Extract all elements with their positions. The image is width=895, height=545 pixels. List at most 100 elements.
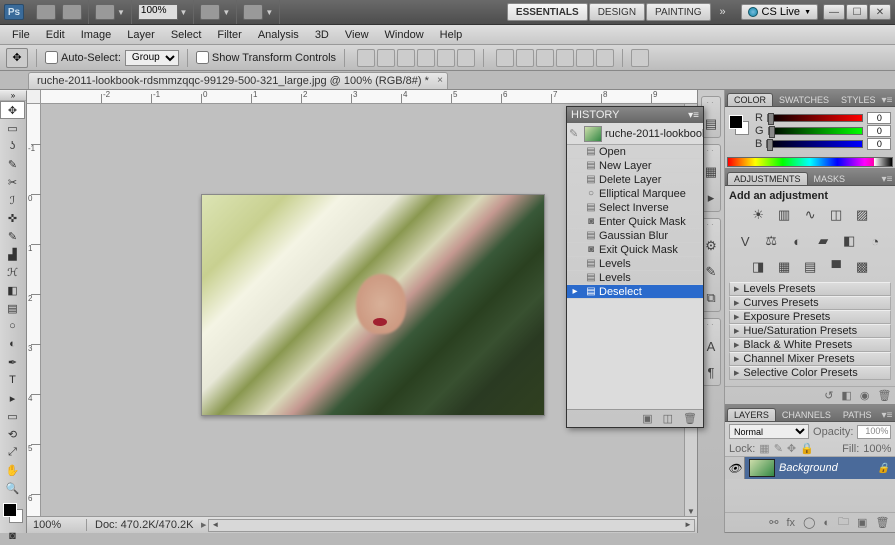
lock-position-icon[interactable]: ✥: [787, 442, 796, 455]
gradient-tool[interactable]: ▤: [0, 299, 25, 317]
tab-channels[interactable]: CHANNELS: [776, 409, 837, 421]
auto-select-dropdown[interactable]: Group: [125, 50, 179, 66]
status-menu-icon[interactable]: ▶: [201, 521, 206, 529]
preset-row[interactable]: ▶Exposure Presets: [729, 310, 891, 324]
history-snapshot[interactable]: ✎ ruche-2011-lookbook-rds...: [567, 123, 703, 145]
align-hcenter-icon[interactable]: [437, 49, 455, 67]
tab-adjustments[interactable]: ADJUSTMENTS: [727, 172, 808, 185]
chevron-down-icon[interactable]: ▼: [265, 8, 273, 17]
menu-filter[interactable]: Filter: [209, 27, 249, 43]
channel-mixer-icon[interactable]: ◧: [839, 232, 859, 250]
type-tool[interactable]: T: [0, 371, 25, 389]
color-slider-r[interactable]: [767, 114, 863, 122]
layer-row[interactable]: 👁 Background 🔒: [725, 457, 895, 479]
lock-transparent-icon[interactable]: ▦: [759, 442, 769, 455]
vertical-ruler[interactable]: -10123456: [27, 104, 41, 516]
new-snapshot-icon[interactable]: ◫: [663, 412, 673, 425]
adjust-footer-icon[interactable]: ↺: [824, 389, 833, 402]
curves-icon[interactable]: ∿: [800, 206, 820, 224]
auto-select-checkbox[interactable]: Auto-Select:: [45, 51, 121, 64]
mini-bridge-panel-icon[interactable]: ▤: [702, 115, 720, 133]
menu-window[interactable]: Window: [377, 27, 432, 43]
fill-value[interactable]: 100%: [863, 443, 891, 455]
blend-mode-dropdown[interactable]: Normal: [729, 424, 809, 439]
blur-tool[interactable]: ○: [0, 317, 25, 335]
tab-styles[interactable]: STYLES: [835, 94, 882, 106]
show-transform-checkbox[interactable]: Show Transform Controls: [196, 51, 336, 64]
history-item[interactable]: ▤Open: [567, 145, 703, 159]
character-panel-icon[interactable]: A: [702, 337, 720, 355]
photo-filter-icon[interactable]: ▰: [813, 232, 833, 250]
color-value-b[interactable]: [867, 138, 891, 150]
levels-icon[interactable]: ▥: [774, 206, 794, 224]
horizontal-scrollbar[interactable]: [208, 519, 695, 532]
panel-menu-icon[interactable]: ▾≡: [882, 410, 893, 421]
delete-layer-icon[interactable]: 🗑: [875, 516, 889, 529]
trash-icon[interactable]: 🗑: [877, 389, 891, 402]
layer-mask-icon[interactable]: ◯: [803, 516, 815, 529]
hand-tool[interactable]: ✋: [0, 461, 25, 479]
menu-view[interactable]: View: [337, 27, 377, 43]
maximize-button[interactable]: ☐: [846, 4, 868, 20]
quick-mask-tool[interactable]: ◙: [0, 527, 25, 545]
chevron-down-icon[interactable]: ▼: [180, 8, 188, 17]
history-panel[interactable]: HISTORY ▾≡ ✎ ruche-2011-lookbook-rds... …: [566, 106, 704, 428]
menu-3d[interactable]: 3D: [307, 27, 337, 43]
marquee-tool[interactable]: ▭: [0, 119, 25, 137]
tab-color[interactable]: COLOR: [727, 93, 773, 106]
brush-tool[interactable]: ✎: [0, 227, 25, 245]
align-left-icon[interactable]: [417, 49, 435, 67]
align-vcenter-icon[interactable]: [377, 49, 395, 67]
lasso-tool[interactable]: ʖ: [0, 137, 25, 155]
arrange-documents-icon[interactable]: [200, 4, 220, 20]
layer-thumbnail[interactable]: [749, 459, 775, 477]
close-button[interactable]: ✕: [869, 4, 891, 20]
path-select-tool[interactable]: ▸: [0, 389, 25, 407]
gradient-map-icon[interactable]: ▀: [826, 258, 846, 276]
history-item[interactable]: ◙Enter Quick Mask: [567, 215, 703, 229]
opacity-value[interactable]: 100%: [857, 425, 891, 439]
history-item[interactable]: ◙Exit Quick Mask: [567, 243, 703, 257]
chevron-down-icon[interactable]: ▼: [117, 8, 125, 17]
tab-paths[interactable]: PATHS: [837, 409, 878, 421]
menu-help[interactable]: Help: [432, 27, 471, 43]
move-tool[interactable]: ✥: [0, 101, 25, 119]
color-swatches[interactable]: [0, 501, 26, 527]
history-panel-icon[interactable]: ▦: [702, 163, 720, 181]
panel-menu-icon[interactable]: ▾≡: [882, 95, 893, 106]
auto-align-icon[interactable]: [631, 49, 649, 67]
distribute-top-icon[interactable]: [496, 49, 514, 67]
menu-layer[interactable]: Layer: [119, 27, 163, 43]
threshold-icon[interactable]: ▤: [800, 258, 820, 276]
ps-logo-icon[interactable]: Ps: [4, 4, 24, 20]
panel-menu-icon[interactable]: ▾≡: [688, 110, 699, 121]
history-item[interactable]: ▤Levels: [567, 257, 703, 271]
workspace-design[interactable]: DESIGN: [589, 3, 645, 21]
crop-tool[interactable]: ✂: [0, 173, 25, 191]
menu-analysis[interactable]: Analysis: [250, 27, 307, 43]
exposure-icon[interactable]: ◫: [826, 206, 846, 224]
history-item[interactable]: ▤New Layer: [567, 159, 703, 173]
adjustment-layer-icon[interactable]: ◐: [823, 517, 830, 529]
visibility-icon[interactable]: 👁: [725, 457, 745, 479]
brush-panel-icon[interactable]: ✎: [702, 263, 720, 281]
zoom-level-dropdown[interactable]: 100%: [138, 4, 178, 20]
panel-menu-icon[interactable]: ▾≡: [882, 174, 893, 185]
status-zoom[interactable]: 100%: [27, 519, 87, 531]
move-tool-icon[interactable]: ✥: [6, 48, 28, 68]
close-tab-icon[interactable]: ×: [437, 75, 443, 86]
preset-row[interactable]: ▶Hue/Saturation Presets: [729, 324, 891, 338]
actions-panel-icon[interactable]: ▸: [702, 189, 720, 207]
dodge-tool[interactable]: ◐: [0, 335, 25, 353]
tab-swatches[interactable]: SWATCHES: [773, 94, 835, 106]
new-doc-from-state-icon[interactable]: ▣: [642, 412, 652, 425]
status-doc-info[interactable]: Doc: 470.2K/470.2K: [87, 519, 197, 531]
hue-saturation-icon[interactable]: V: [735, 232, 755, 250]
launch-bridge-icon[interactable]: [36, 4, 56, 20]
new-layer-icon[interactable]: ▣: [857, 516, 867, 529]
history-item[interactable]: ▤Select Inverse: [567, 201, 703, 215]
eraser-tool[interactable]: ◧: [0, 281, 25, 299]
history-item[interactable]: ▤Gaussian Blur: [567, 229, 703, 243]
history-item[interactable]: ▸▤Deselect: [567, 285, 703, 299]
menu-image[interactable]: Image: [73, 27, 120, 43]
